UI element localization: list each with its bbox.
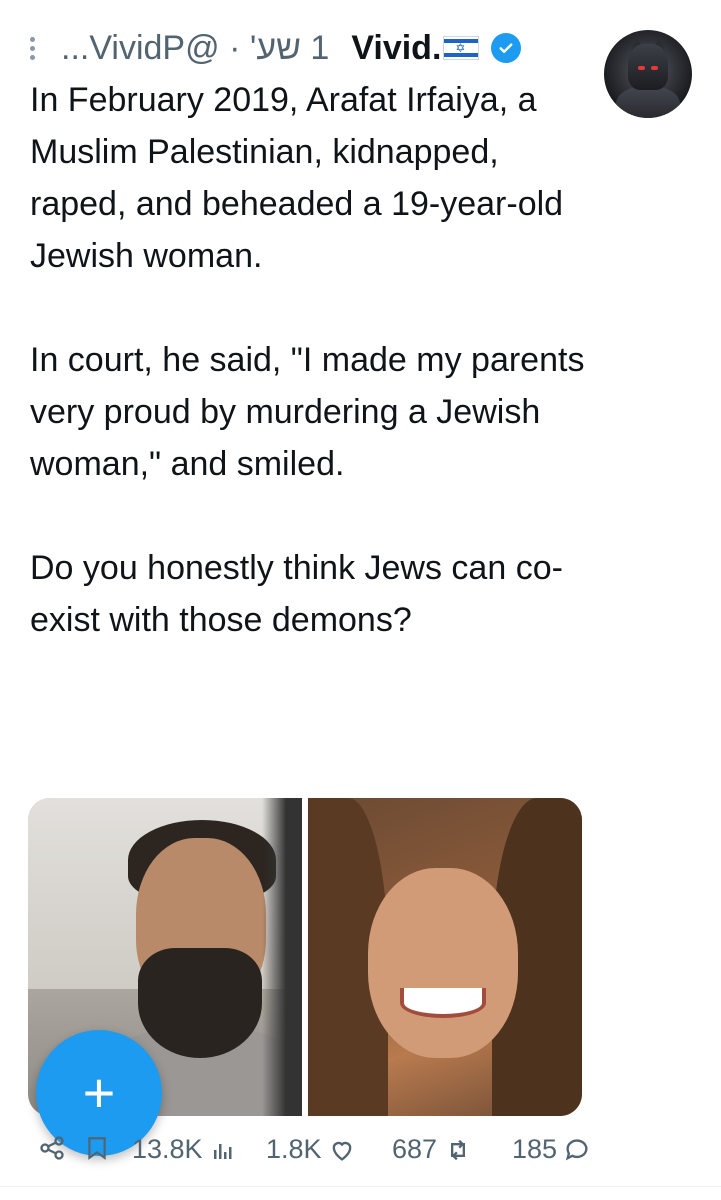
tweet[interactable]: 1 שע' · @VividP... Vivid. ✡ In February … [0, 0, 721, 1200]
like-icon [332, 1141, 351, 1161]
repost-icon [451, 1139, 466, 1160]
tweet-paragraph: In February 2019, Arafat Irfaiya, a Musl… [30, 81, 564, 275]
tweet-text: In February 2019, Arafat Irfaiya, a Musl… [30, 74, 600, 646]
views-icon [213, 1143, 232, 1159]
divider [0, 1186, 721, 1187]
action-bar: 13.8K 1.8K 687 185 [28, 1132, 588, 1172]
reply-button[interactable]: 185 [512, 1134, 591, 1165]
reply-icon [565, 1138, 588, 1160]
replies-count: 185 [512, 1134, 558, 1164]
bookmark-icon [88, 1137, 106, 1160]
more-icon[interactable] [30, 36, 35, 60]
tweet-meta[interactable]: 1 שע' · @VividP... [61, 29, 329, 68]
bookmark-button[interactable] [84, 1134, 110, 1162]
like-button[interactable]: 1.8K [266, 1134, 356, 1165]
views-count: 13.8K [132, 1134, 203, 1164]
reposts-count: 687 [392, 1134, 438, 1164]
plus-icon: + [82, 1061, 116, 1124]
verified-badge-icon [491, 33, 522, 63]
share-button[interactable] [38, 1134, 66, 1162]
flag-icon: ✡ [443, 36, 480, 60]
tweet-paragraph: In court, he said, "I made my parents ve… [30, 341, 585, 483]
views-button[interactable]: 13.8K [132, 1134, 235, 1165]
avatar[interactable] [604, 30, 692, 118]
repost-button[interactable]: 687 [392, 1134, 473, 1165]
share-icon [40, 1136, 64, 1160]
media-photo-woman[interactable] [308, 798, 582, 1116]
likes-count: 1.8K [266, 1134, 322, 1164]
tweet-header: 1 שע' · @VividP... Vivid. ✡ [30, 26, 522, 70]
display-name[interactable]: Vivid. [351, 29, 441, 68]
tweet-paragraph: Do you honestly think Jews can co-exist … [30, 549, 563, 639]
